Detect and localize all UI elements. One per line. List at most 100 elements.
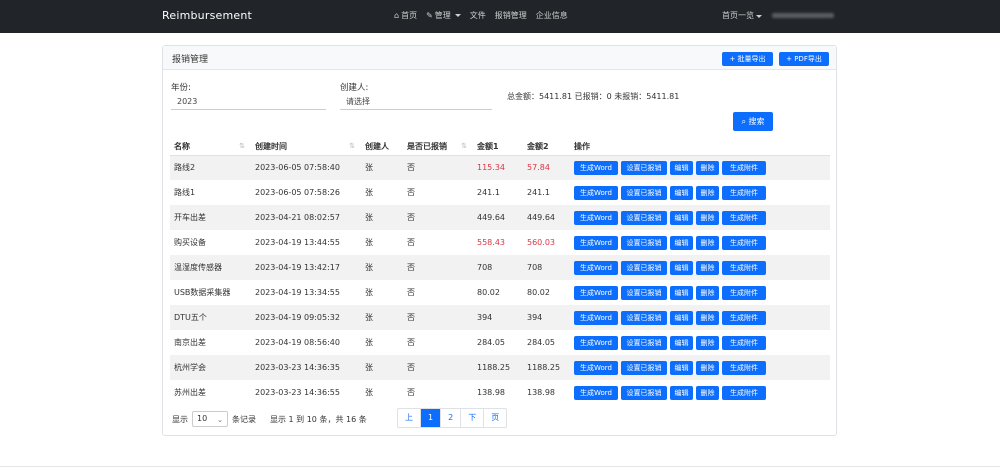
cell-creator: 张 [361, 155, 403, 180]
col-amount2[interactable]: 金额2 [523, 138, 570, 156]
set-reimbursed-button[interactable]: 设置已报销 [621, 185, 667, 200]
col-name[interactable]: 名称 ⇅ [170, 138, 251, 156]
generate-attachment-button[interactable]: 生成附件 [722, 310, 766, 325]
table-row: 杭州学会 2023-03-23 14:36:35 张否 1188.25 1188.25 生… [170, 355, 830, 380]
cell-actions: 生成Word 设置已报销 编辑 删除 生成附件 [570, 180, 830, 205]
cell-amount2: 80.02 [527, 288, 550, 297]
generate-word-button[interactable]: 生成Word [574, 335, 618, 350]
generate-word-button[interactable]: 生成Word [574, 385, 618, 400]
delete-button[interactable]: 删除 [696, 160, 719, 175]
user-menu[interactable]: 首页一览 [722, 10, 834, 21]
generate-attachment-button[interactable]: 生成附件 [722, 360, 766, 375]
generate-attachment-button[interactable]: 生成附件 [722, 210, 766, 225]
edit-button[interactable]: 编辑 [670, 160, 693, 175]
delete-button[interactable]: 删除 [696, 360, 719, 375]
set-reimbursed-button[interactable]: 设置已报销 [621, 360, 667, 375]
set-reimbursed-button[interactable]: 设置已报销 [621, 310, 667, 325]
generate-word-button[interactable]: 生成Word [574, 185, 618, 200]
set-reimbursed-button[interactable]: 设置已报销 [621, 285, 667, 300]
nav-item-manage[interactable]: ✎ 管理 [426, 10, 461, 21]
col-amount1[interactable]: 金额1 [473, 138, 523, 156]
generate-word-button[interactable]: 生成Word [574, 235, 618, 250]
generate-attachment-button[interactable]: 生成附件 [722, 260, 766, 275]
cell-reimbursed: 否 [407, 338, 415, 347]
pdf-export-button[interactable]: + PDF导出 [779, 52, 829, 66]
cell-amount2: 1188.25 [523, 355, 570, 380]
cell-reimbursed: 否 [407, 388, 415, 397]
generate-word-button[interactable]: 生成Word [574, 285, 618, 300]
edit-button[interactable]: 编辑 [670, 235, 693, 250]
page-next[interactable]: 下 [461, 409, 485, 427]
cell-name: 开车出差 [170, 205, 251, 230]
set-reimbursed-button[interactable]: 设置已报销 [621, 260, 667, 275]
delete-button[interactable]: 删除 [696, 210, 719, 225]
generate-attachment-button[interactable]: 生成附件 [722, 185, 766, 200]
generate-word-button[interactable]: 生成Word [574, 160, 618, 175]
cell-actions: 生成Word 设置已报销 编辑 删除 生成附件 [570, 280, 830, 305]
top-navbar: Reimbursement ⌂ 首页 ✎ 管理 文件 报销管理 企业信息 首页一览 [0, 0, 1000, 33]
cell-reimbursed: 否 [403, 305, 473, 330]
page-1[interactable]: 1 [421, 409, 442, 427]
delete-button[interactable]: 删除 [696, 235, 719, 250]
nav-item-files[interactable]: 文件 [470, 10, 486, 21]
table-row: 南京出差 2023-04-19 08:56:40 张 否 284.05 284.05 生成W… [170, 330, 830, 355]
edit-button[interactable]: 编辑 [670, 210, 693, 225]
page-2[interactable]: 2 [441, 409, 462, 427]
delete-button[interactable]: 删除 [696, 310, 719, 325]
generate-attachment-button[interactable]: 生成附件 [722, 335, 766, 350]
page-size-select[interactable]: 10 ⌄ [192, 411, 228, 427]
generate-word-button[interactable]: 生成Word [574, 260, 618, 275]
cell-actions: 生成Word 设置已报销 编辑 删除 生成附件 [570, 155, 830, 180]
set-reimbursed-button[interactable]: 设置已报销 [621, 235, 667, 250]
generate-attachment-button[interactable]: 生成附件 [722, 235, 766, 250]
col-created-time[interactable]: 创建时间 ⇅ [251, 138, 361, 156]
generate-attachment-button[interactable]: 生成附件 [722, 285, 766, 300]
set-reimbursed-button[interactable]: 设置已报销 [621, 335, 667, 350]
delete-button[interactable]: 删除 [696, 385, 719, 400]
nav-item-home[interactable]: ⌂ 首页 [394, 10, 417, 21]
set-reimbursed-button[interactable]: 设置已报销 [621, 210, 667, 225]
cell-actions: 生成Word 设置已报销 编辑 删除 生成附件 [570, 230, 830, 255]
cell-amount2: 394 [523, 305, 570, 330]
home-icon: ⌂ [394, 11, 400, 20]
edit-button[interactable]: 编辑 [670, 260, 693, 275]
main-nav: ⌂ 首页 ✎ 管理 文件 报销管理 企业信息 [394, 10, 568, 21]
edit-button[interactable]: 编辑 [670, 185, 693, 200]
col-creator[interactable]: 创建人 [361, 138, 403, 156]
generate-word-button[interactable]: 生成Word [574, 360, 618, 375]
generate-word-button[interactable]: 生成Word [574, 310, 618, 325]
cell-amount2: 449.64 [523, 205, 570, 230]
cell-amount1: 284.05 [477, 338, 505, 347]
pagination-summary: 显示 1 到 10 条，共 16 条 [270, 414, 367, 424]
set-reimbursed-button[interactable]: 设置已报销 [621, 385, 667, 400]
page-last[interactable]: 页 [484, 409, 506, 427]
page-prev[interactable]: 上 [398, 409, 421, 427]
cell-amount1: 80.02 [477, 288, 500, 297]
edit-button[interactable]: 编辑 [670, 285, 693, 300]
delete-button[interactable]: 删除 [696, 335, 719, 350]
creator-select[interactable]: 请选择 [340, 94, 492, 110]
batch-export-button[interactable]: + 批量导出 [722, 52, 773, 66]
cell-actions: 生成Word 设置已报销 编辑 删除 生成附件 [570, 255, 830, 280]
cell-creator: 张 [365, 288, 373, 297]
nav-item-reimbursement[interactable]: 报销管理 [495, 10, 527, 21]
edit-button[interactable]: 编辑 [670, 310, 693, 325]
creator-label: 创建人: [340, 83, 369, 93]
cell-created-time: 2023-03-23 14:36:55 [255, 388, 340, 397]
search-button[interactable]: ⌕ 搜索 [733, 112, 773, 131]
delete-button[interactable]: 删除 [696, 260, 719, 275]
cell-creator: 张 [365, 388, 373, 397]
edit-button[interactable]: 编辑 [670, 335, 693, 350]
delete-button[interactable]: 删除 [696, 285, 719, 300]
generate-attachment-button[interactable]: 生成附件 [722, 160, 766, 175]
set-reimbursed-button[interactable]: 设置已报销 [621, 160, 667, 175]
nav-item-company[interactable]: 企业信息 [536, 10, 568, 21]
brand-logo[interactable]: Reimbursement [162, 9, 252, 22]
generate-attachment-button[interactable]: 生成附件 [722, 385, 766, 400]
delete-button[interactable]: 删除 [696, 185, 719, 200]
edit-button[interactable]: 编辑 [670, 385, 693, 400]
edit-button[interactable]: 编辑 [670, 360, 693, 375]
generate-word-button[interactable]: 生成Word [574, 210, 618, 225]
col-reimbursed[interactable]: 是否已报销 ⇅ [403, 138, 473, 156]
year-select[interactable]: 2023 [171, 94, 326, 110]
